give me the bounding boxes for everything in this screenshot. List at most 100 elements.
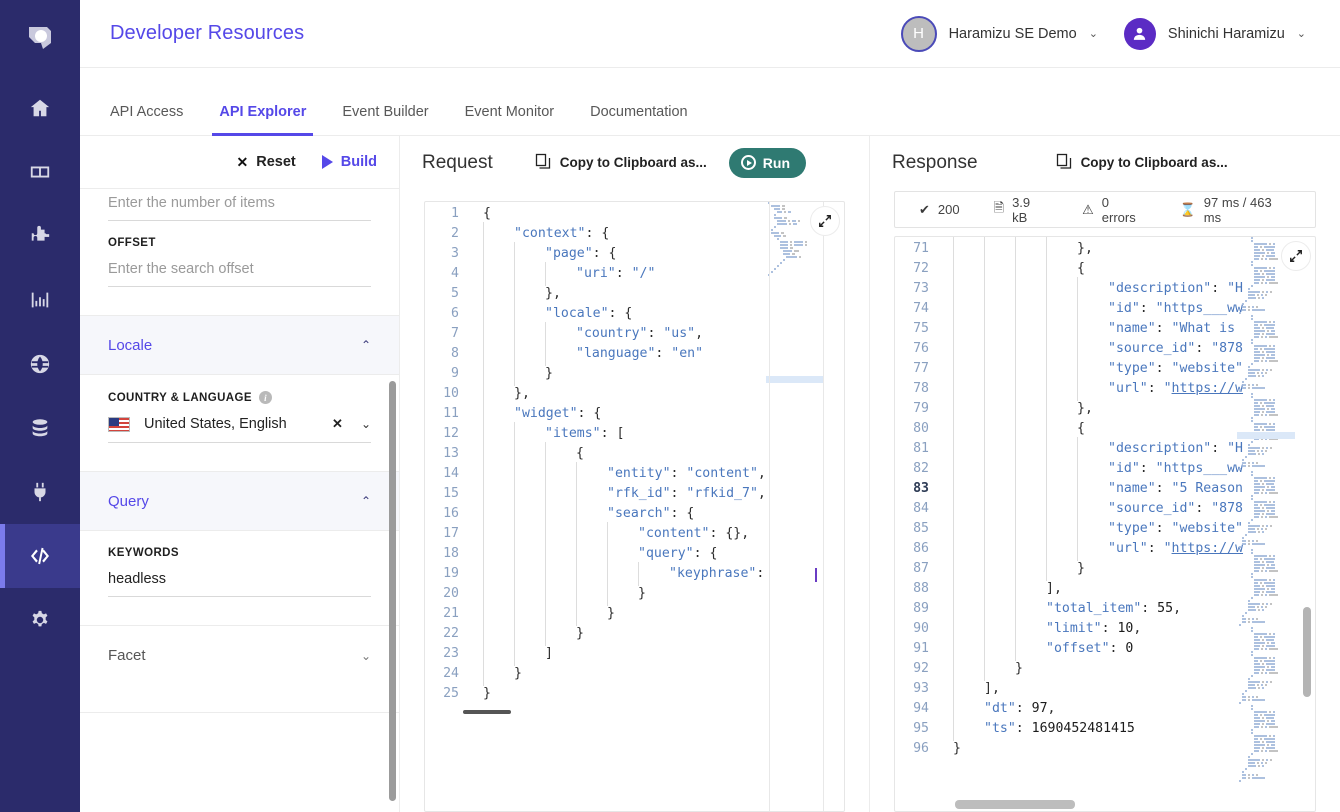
run-button[interactable]: Run <box>728 147 807 178</box>
number-of-items-input[interactable]: Enter the number of items <box>108 189 371 221</box>
code-text: "description": "H <box>939 437 1315 461</box>
response-editor[interactable]: 71}, 72{73 "description": "H 74 "id": "https… <box>894 236 1316 812</box>
sidebar-item-settings[interactable] <box>0 588 80 652</box>
user-menu[interactable]: Shinichi Haramizu ⌄ <box>1123 17 1306 50</box>
request-title: Request <box>422 151 493 173</box>
line-number: 90 <box>913 621 929 636</box>
sidebar-item-developer-resources[interactable] <box>0 524 80 588</box>
sidebar-item-connectors[interactable] <box>0 460 80 524</box>
line-number: 77 <box>913 361 929 376</box>
field-offset: OFFSET Enter the search offset <box>80 221 399 287</box>
line-number: 21 <box>443 606 459 621</box>
code-line: 75 "name": "What is <box>895 317 1315 341</box>
code-text: } <box>953 741 961 756</box>
request-h-scrollbar[interactable] <box>463 710 511 714</box>
build-button[interactable]: Build <box>321 154 377 170</box>
code-text: "source_id": "878 <box>939 497 1315 521</box>
line-number: 80 <box>913 421 929 436</box>
reset-button[interactable]: ✕ Reset <box>237 154 296 171</box>
keywords-input[interactable]: headless <box>108 565 371 597</box>
logo-icon[interactable] <box>0 0 80 76</box>
code-line: 83 "name": "5 Reason <box>895 477 1315 501</box>
reset-label: Reset <box>256 154 296 170</box>
us-flag-icon <box>108 416 130 432</box>
check-icon: ✔ <box>919 201 930 217</box>
code-text: }, <box>469 382 844 406</box>
line-number: 22 <box>443 626 459 641</box>
status-timing-value: 97 ms / 463 ms <box>1203 194 1272 225</box>
response-v-scrollbar[interactable] <box>1303 607 1311 697</box>
code-line: 89 "total_item": 55, <box>895 597 1315 621</box>
sidebar-item-analytics[interactable] <box>0 268 80 332</box>
country-language-select[interactable]: United States, English ✕ ⌄ <box>108 412 371 443</box>
offset-label: OFFSET <box>108 237 156 249</box>
code-text: "page": { <box>469 242 844 266</box>
sidebar-item-home[interactable] <box>0 76 80 140</box>
chevron-down-icon[interactable]: ⌄ <box>361 417 371 431</box>
analytics-icon <box>29 289 51 311</box>
code-text: { <box>483 206 491 221</box>
section-query-header[interactable]: Query ⌃ <box>80 471 399 531</box>
request-code[interactable]: 1{2 "context": {3 "page": {4 "uri": "/" 5}, 6… <box>425 202 844 811</box>
code-text: "limit": 10, <box>939 617 1315 641</box>
line-number: 93 <box>913 681 929 696</box>
code-line: 1{ <box>425 204 844 224</box>
code-text: } <box>469 622 844 646</box>
response-h-scrollbar[interactable] <box>955 800 1075 809</box>
line-number: 88 <box>913 581 929 596</box>
tab-api-explorer[interactable]: API Explorer <box>201 104 324 136</box>
tab-api-access[interactable]: API Access <box>110 104 201 136</box>
code-text: "rfk_id": "rfkid_7", <box>469 482 844 506</box>
line-number: 17 <box>443 526 459 541</box>
chevron-up-icon: ⌃ <box>360 338 371 352</box>
code-text: "url": "https://w <box>939 377 1315 401</box>
account-switcher[interactable]: H Haramizu SE Demo ⌄ <box>900 15 1098 52</box>
section-locale-header[interactable]: Locale ⌃ <box>80 315 399 375</box>
code-text: ], <box>939 677 1315 701</box>
sidebar-item-layout[interactable] <box>0 140 80 204</box>
form-scrollbar[interactable] <box>389 381 396 801</box>
code-line: 22} <box>425 622 844 646</box>
clear-icon[interactable]: ✕ <box>332 416 343 432</box>
code-text: } <box>939 557 1315 581</box>
request-expand-button[interactable] <box>810 206 840 236</box>
explorer-content: ✕ Reset Build Enter the number of items <box>80 136 1340 812</box>
copy-icon <box>1056 153 1072 173</box>
tab-event-monitor[interactable]: Event Monitor <box>447 104 572 136</box>
line-number: 3 <box>451 246 459 261</box>
section-facet-header[interactable]: Facet ⌄ <box>80 625 399 685</box>
code-line: 7 "country": "us", <box>425 322 844 346</box>
sidebar-item-extensions[interactable] <box>0 204 80 268</box>
line-number: 94 <box>913 701 929 716</box>
response-toolbar: Response Copy to Clipboard as... <box>870 136 1340 189</box>
code-line: 85 "type": "website" <box>895 517 1315 541</box>
status-errors-value: 0 errors <box>1101 194 1136 225</box>
tab-documentation[interactable]: Documentation <box>572 104 706 136</box>
line-number: 12 <box>443 426 459 441</box>
sidebar-item-database[interactable] <box>0 396 80 460</box>
response-code[interactable]: 71}, 72{73 "description": "H 74 "id": "https… <box>895 237 1315 811</box>
puzzle-icon <box>29 225 51 247</box>
response-copy-to-clipboard-button[interactable]: Copy to Clipboard as... <box>1056 153 1228 173</box>
sidebar-item-globe[interactable] <box>0 332 80 396</box>
tab-event-builder[interactable]: Event Builder <box>324 104 446 136</box>
response-expand-button[interactable] <box>1281 241 1311 271</box>
country-language-label: COUNTRY & LANGUAGE <box>108 391 252 404</box>
chevron-down-icon: ⌄ <box>360 648 371 663</box>
code-line: 96} <box>895 739 1315 759</box>
line-number: 24 <box>443 666 459 681</box>
section-facet-title: Facet <box>108 647 146 664</box>
line-number: 83 <box>913 481 929 496</box>
info-icon[interactable]: i <box>258 391 272 404</box>
request-editor[interactable]: 1{2 "context": {3 "page": {4 "uri": "/" 5}, 6… <box>424 201 845 812</box>
run-label: Run <box>762 154 791 171</box>
code-line: 71}, <box>895 237 1315 261</box>
code-text: "locale": { <box>469 302 844 326</box>
field-keywords: KEYWORDS headless <box>80 531 399 597</box>
request-copy-to-clipboard-button[interactable]: Copy to Clipboard as... <box>535 153 707 173</box>
status-code-value: 200 <box>937 202 960 217</box>
line-number: 23 <box>443 646 459 661</box>
offset-input[interactable]: Enter the search offset <box>108 255 371 287</box>
code-line: 25} <box>425 684 844 704</box>
response-title: Response <box>892 151 978 173</box>
